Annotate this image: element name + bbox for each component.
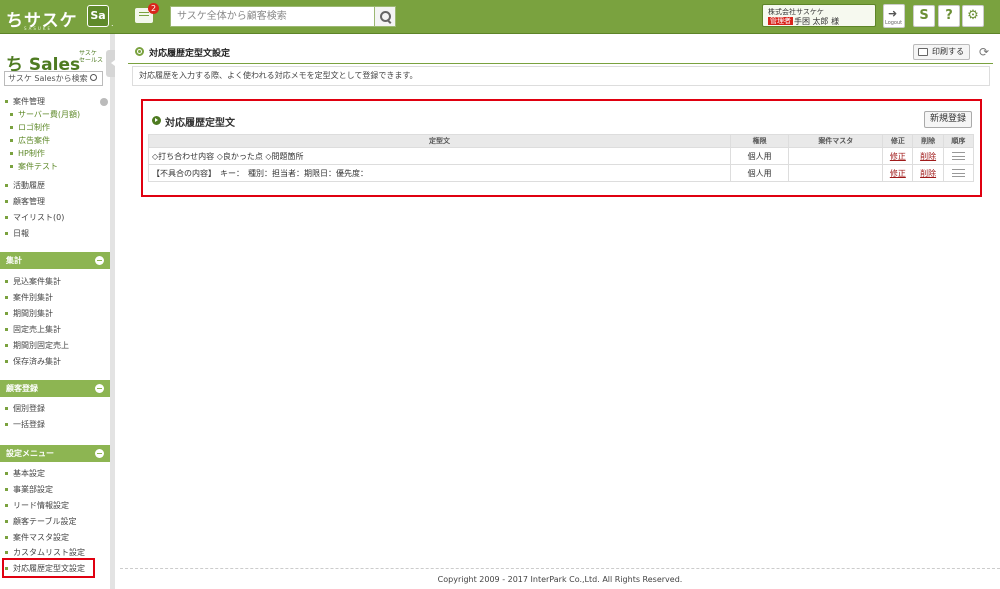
footer-divider	[120, 568, 1000, 569]
sidebar-item-settings-1[interactable]: 基本設定	[5, 468, 45, 479]
delete-link[interactable]: 削除	[920, 169, 936, 178]
permission: 個人用	[729, 164, 790, 182]
drag-handle-icon[interactable]	[951, 152, 965, 160]
printer-icon	[918, 48, 928, 56]
column-header: 定型文	[148, 134, 731, 148]
sidebar: ち Sales サスケ セールス サスケ Salesから検索 案件管理 サーバー…	[0, 34, 115, 589]
case-master	[788, 164, 884, 182]
settings-icon[interactable]: ⚙	[962, 5, 984, 27]
edit-link[interactable]: 修正	[890, 169, 906, 178]
sidebar-item-ad[interactable]: 広告案件	[10, 135, 50, 146]
help-icon[interactable]: ?	[938, 5, 960, 27]
section-settings-title: 設定メニュー	[6, 449, 54, 458]
sidebar-item-summary-3[interactable]: 期間別集計	[5, 308, 53, 319]
user-info: 株式会社サスケケ 管理者 手困 太郎 様	[762, 4, 876, 27]
sales-logo-subtitle: サスケ セールス	[79, 50, 103, 64]
sidebar-active-highlight	[2, 558, 95, 578]
sidebar-item-settings-5[interactable]: 案件マスタ設定	[5, 532, 69, 543]
template-panel: 対応履歴定型文 新規登録 定型文 権限 案件マスタ 修正 削除 順序 ◇打ち合わ…	[141, 99, 982, 197]
column-header: 権限	[729, 134, 790, 148]
column-header: 削除	[912, 134, 944, 148]
panel-title: 対応履歴定型文	[165, 118, 235, 129]
user-name: 手困 太郎 様	[794, 17, 840, 26]
arrow-circle-icon	[152, 116, 161, 125]
sidebar-item-anken[interactable]: 案件管理	[5, 96, 45, 107]
sidebar-item-summary-6[interactable]: 保存済み集計	[5, 356, 61, 367]
notification-badge: 2	[148, 3, 159, 14]
new-register-button[interactable]: 新規登録	[924, 111, 972, 128]
top-bar: ちサスケ SASUKE Sa . 2 サスケ全体から顧客検索 株式会社サスケケ …	[0, 0, 1000, 34]
collapse-icon[interactable]	[95, 384, 104, 393]
sidebar-item-hp[interactable]: HP制作	[10, 148, 45, 159]
sales-logo-sub1: サスケ	[79, 50, 97, 57]
sidebar-item-settings-3[interactable]: リード情報設定	[5, 500, 69, 511]
section-settings[interactable]: 設定メニュー	[0, 445, 110, 462]
title-bullet-icon	[135, 47, 144, 56]
column-header: 案件マスタ	[788, 134, 884, 148]
sidebar-item-settings-6[interactable]: カスタムリスト設定	[5, 547, 85, 558]
delete-link[interactable]: 削除	[920, 152, 936, 161]
section-customer-register[interactable]: 顧客登録	[0, 380, 110, 397]
logout-icon: ➜	[888, 7, 898, 20]
template-text: 【不具合の内容】 キー： 種別：担当者：期限日：優先度：	[148, 164, 731, 182]
sasuke-icon[interactable]: S	[913, 5, 935, 27]
sidebar-item-summary-2[interactable]: 案件別集計	[5, 292, 53, 303]
sa-app-button[interactable]: Sa	[87, 5, 109, 27]
sidebar-item-settings-4[interactable]: 顧客テーブル設定	[5, 516, 77, 527]
sidebar-item-summary-4[interactable]: 固定売上集計	[5, 324, 61, 335]
sidebar-item-settings-2[interactable]: 事業部設定	[5, 484, 53, 495]
logout-button[interactable]: ➜ Logout	[883, 4, 905, 28]
sidebar-item-test[interactable]: 案件テスト	[10, 161, 58, 172]
column-header: 修正	[882, 134, 914, 148]
collapse-icon[interactable]	[95, 449, 104, 458]
global-search-input[interactable]: サスケ全体から顧客検索	[170, 6, 375, 27]
section-summary[interactable]: 集計	[0, 252, 110, 269]
sidebar-item-summary-5[interactable]: 期間別固定売上	[5, 340, 69, 351]
column-header: 順序	[942, 134, 975, 148]
sa-dot: .	[111, 19, 114, 28]
table-row: 【不具合の内容】 キー： 種別：担当者：期限日：優先度： 個人用 修正 削除	[148, 164, 975, 182]
search-icon[interactable]	[90, 74, 97, 81]
logout-label: Logout	[885, 20, 903, 26]
sidebar-item-history[interactable]: 活動履歴	[5, 180, 45, 191]
template-table: 定型文 権限 案件マスタ 修正 削除 順序 ◇打ち合わせ内容 ◇良かった点 ◇問…	[148, 134, 975, 182]
sidebar-item-server[interactable]: サーバー費(月額)	[10, 109, 80, 120]
template-text: ◇打ち合わせ内容 ◇良かった点 ◇問題箇所	[148, 147, 731, 165]
table-row: ◇打ち合わせ内容 ◇良かった点 ◇問題箇所 個人用 修正 削除	[148, 147, 975, 165]
sidebar-item-summary-1[interactable]: 見込案件集計	[5, 276, 61, 287]
page-description: 対応履歴を入力する際、よく使われる対応メモを定型文として登録できます。	[132, 66, 990, 86]
role-badge: 管理者	[768, 17, 793, 25]
sidebar-search-input[interactable]: サスケ Salesから検索	[4, 71, 103, 86]
search-icon[interactable]	[375, 6, 396, 27]
footer-copyright: Copyright 2009 - 2017 InterPark Co.,Ltd.…	[437, 575, 683, 584]
edit-link[interactable]: 修正	[890, 152, 906, 161]
print-button[interactable]: 印刷する	[913, 44, 970, 60]
case-master	[788, 147, 884, 165]
sidebar-item-logo[interactable]: ロゴ制作	[10, 122, 50, 133]
sidebar-item-register-2[interactable]: 一括登録	[5, 419, 45, 430]
sidebar-collapse-tab[interactable]	[106, 50, 115, 77]
sidebar-item-register-1[interactable]: 個別登録	[5, 403, 45, 414]
collapse-icon[interactable]	[100, 98, 108, 106]
section-summary-title: 集計	[6, 256, 22, 265]
sidebar-item-mylist[interactable]: マイリスト(0)	[5, 212, 64, 223]
sales-logo-sub2: セールス	[79, 57, 104, 64]
refresh-icon[interactable]: ⟳	[979, 45, 989, 59]
sidebar-item-customer[interactable]: 顧客管理	[5, 196, 45, 207]
collapse-icon[interactable]	[95, 256, 104, 265]
permission: 個人用	[729, 147, 790, 165]
sidebar-item-daily[interactable]: 日報	[5, 228, 29, 239]
page-title: 対応履歴定型文設定	[149, 49, 231, 59]
sasuke-logo-subtitle: SASUKE	[24, 26, 52, 31]
drag-handle-icon[interactable]	[951, 169, 965, 177]
section-customer-register-title: 顧客登録	[6, 384, 38, 393]
title-divider	[128, 63, 993, 64]
print-label: 印刷する	[932, 47, 964, 56]
